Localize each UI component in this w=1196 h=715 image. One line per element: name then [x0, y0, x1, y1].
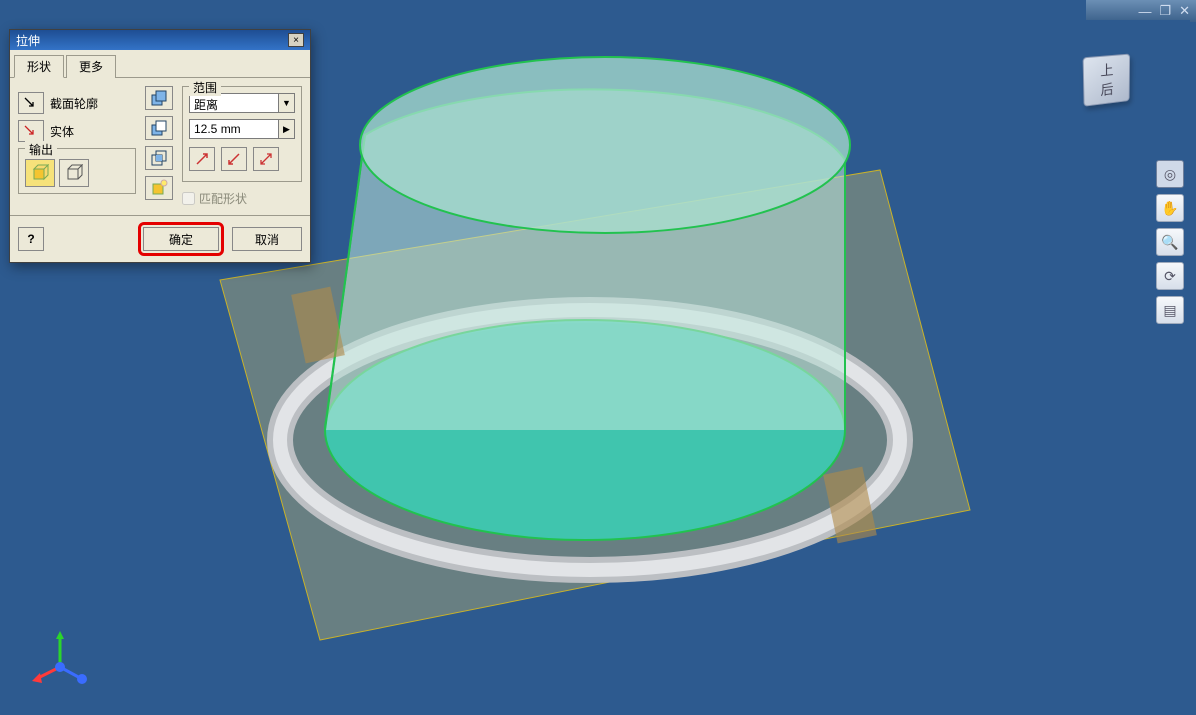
solid-label: 实体 — [50, 123, 74, 140]
dialog-title: 拉伸 — [16, 32, 40, 49]
nav-toolbar: ◎ ✋ 🔍 ⟳ ▤ — [1156, 160, 1184, 324]
distance-value: 12.5 mm — [190, 120, 278, 138]
match-shape-checkbox — [182, 192, 195, 205]
window-controls: — ❐ ✕ — [1086, 0, 1196, 22]
pick-profile-button[interactable] — [18, 92, 44, 114]
extent-group: 范围 距离 ▼ 12.5 mm ▶ — [182, 86, 302, 182]
distance-input[interactable]: 12.5 mm ▶ — [189, 119, 295, 139]
direction-positive-button[interactable] — [189, 147, 215, 171]
viewcube[interactable]: 上 后 — [1082, 55, 1146, 119]
pick-solid-button[interactable] — [18, 120, 44, 142]
axis-triad — [30, 627, 90, 687]
output-group: 输出 — [18, 148, 136, 194]
chevron-down-icon[interactable]: ▼ — [278, 94, 294, 112]
zoom-icon[interactable]: 🔍 — [1156, 228, 1184, 256]
orbit-icon[interactable]: ⟳ — [1156, 262, 1184, 290]
op-newsolid-button[interactable] — [145, 176, 173, 200]
direction-negative-button[interactable] — [221, 147, 247, 171]
direction-symmetric-button[interactable] — [253, 147, 279, 171]
extent-mode-value: 距离 — [190, 94, 278, 112]
output-surface-button[interactable] — [59, 159, 89, 187]
op-intersect-button[interactable] — [145, 146, 173, 170]
dialog-footer: ? 确定 取消 — [10, 215, 310, 262]
output-group-label: 输出 — [25, 141, 57, 158]
extent-group-label: 范围 — [189, 79, 221, 96]
viewcube-face[interactable]: 上 后 — [1083, 54, 1131, 107]
help-button[interactable]: ? — [18, 227, 44, 251]
extent-mode-combo[interactable]: 距离 ▼ — [189, 93, 295, 113]
tab-more[interactable]: 更多 — [66, 55, 116, 78]
tab-shape[interactable]: 形状 — [14, 55, 64, 78]
extrude-dialog: 拉伸 × 形状 更多 截面轮廓 实体 输出 — [9, 29, 311, 263]
ok-highlight: 确定 — [138, 222, 224, 256]
steering-wheel-icon[interactable]: ◎ — [1156, 160, 1184, 188]
output-solid-button[interactable] — [25, 159, 55, 187]
minimize-icon[interactable]: — — [1138, 4, 1151, 19]
dialog-tabs: 形状 更多 — [10, 50, 310, 78]
pan-icon[interactable]: ✋ — [1156, 194, 1184, 222]
dialog-close-icon[interactable]: × — [288, 33, 304, 47]
op-cut-button[interactable] — [145, 116, 173, 140]
chevron-right-icon[interactable]: ▶ — [278, 120, 294, 138]
cancel-button[interactable]: 取消 — [232, 227, 302, 251]
dialog-titlebar[interactable]: 拉伸 × — [10, 30, 310, 50]
help-icon: ? — [27, 232, 34, 246]
restore-icon[interactable]: ❐ — [1159, 3, 1171, 19]
match-shape-label: 匹配形状 — [199, 190, 247, 207]
profile-label: 截面轮廓 — [50, 95, 98, 112]
op-join-button[interactable] — [145, 86, 173, 110]
close-window-icon[interactable]: ✕ — [1179, 3, 1190, 19]
ok-button[interactable]: 确定 — [143, 227, 219, 251]
lookat-icon[interactable]: ▤ — [1156, 296, 1184, 324]
